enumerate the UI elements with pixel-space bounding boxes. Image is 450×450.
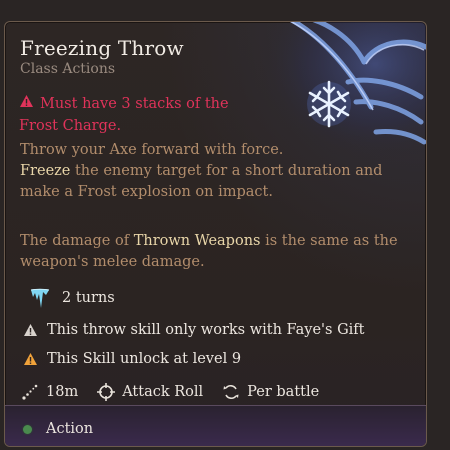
warning-red-icon <box>19 93 34 115</box>
note-text-2: This Skill unlock at level 9 <box>47 351 242 367</box>
range-value: 18m <box>46 384 79 400</box>
keyword-freeze: Freeze <box>20 163 71 179</box>
warning-orange-icon <box>20 349 40 369</box>
description-line1: Throw your Axe forward with force. <box>20 142 284 158</box>
stats-row: 18m Attack Roll Per battle <box>20 382 337 402</box>
requirement: Must have 3 stacks of the Frost Charge. <box>19 93 259 137</box>
note-row-2: This Skill unlock at level 9 <box>20 349 241 369</box>
description-primary: Throw your Axe forward with force. Freez… <box>20 140 400 203</box>
range-stat: 18m <box>20 382 78 402</box>
action-type: Action <box>46 421 94 437</box>
action-type-row: Action <box>23 421 93 437</box>
usage-stat: Per battle <box>221 382 319 402</box>
range-icon <box>20 382 40 402</box>
spell-title: Freezing Throw <box>20 36 184 60</box>
requirement-prefix: Must have 3 stacks of the <box>40 96 229 112</box>
requirement-suffix: . <box>116 118 122 134</box>
description2-prefix: The damage of <box>20 233 134 249</box>
duration-text: 2 turns <box>62 290 115 306</box>
requirement-highlight: Frost Charge <box>19 118 117 134</box>
roll-stat: Attack Roll <box>96 382 203 402</box>
description-rest: the enemy target for a short duration an… <box>20 163 383 200</box>
spell-tooltip: Freezing Throw Class Actions Must have 3… <box>4 21 427 447</box>
spell-category: Class Actions <box>20 61 116 77</box>
keyword-thrown-weapons: Thrown Weapons <box>133 233 261 249</box>
usage-value: Per battle <box>247 384 320 400</box>
warning-grey-icon <box>20 320 40 340</box>
note-row-1: This throw skill only works with Faye's … <box>20 320 364 340</box>
crosshair-icon <box>96 382 116 402</box>
ice-claw-icon <box>28 286 52 310</box>
roll-value: Attack Roll <box>122 384 204 400</box>
note-text-1: This throw skill only works with Faye's … <box>47 322 365 338</box>
description-secondary: The damage of Thrown Weapons is the same… <box>20 231 400 273</box>
cycle-icon <box>221 382 241 402</box>
action-dot-icon <box>23 424 32 434</box>
snowflake-icon <box>307 80 351 128</box>
duration-row: 2 turns <box>28 286 115 310</box>
